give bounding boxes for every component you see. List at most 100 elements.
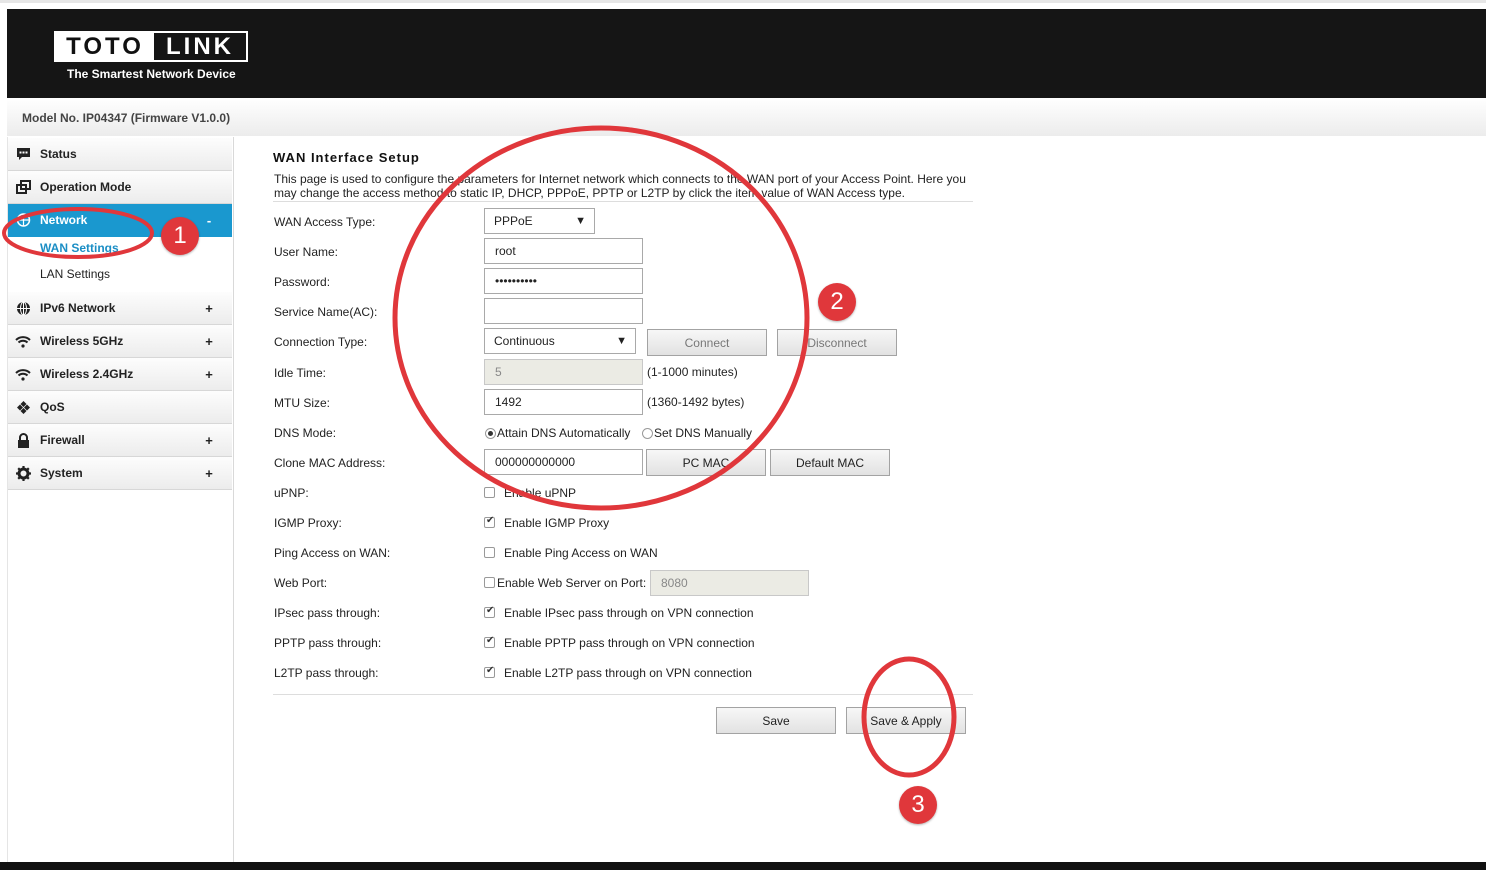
connection-type-value: Continuous xyxy=(494,334,555,348)
annotation-marker-3: 3 xyxy=(899,786,937,824)
expand-toggle: + xyxy=(205,366,213,382)
page-title: WAN Interface Setup xyxy=(273,150,420,165)
sidebar-item-label: QoS xyxy=(40,400,65,414)
globe-icon xyxy=(15,300,31,316)
set-dns-manually-radio[interactable] xyxy=(642,428,653,439)
dropdown-arrow-icon: ▼ xyxy=(616,335,627,347)
sidebar-item-operation-mode[interactable]: Operation Mode xyxy=(8,171,232,204)
annotation-marker-2: 2 xyxy=(818,283,856,321)
sidebar-item-system[interactable]: System + xyxy=(8,457,232,490)
service-name-input[interactable] xyxy=(484,298,643,324)
totolink-logo[interactable]: TOTO LINK The Smartest Network Device xyxy=(54,31,249,83)
password-label: Password: xyxy=(274,275,331,289)
pptp-label: PPTP pass through: xyxy=(274,636,382,650)
igmp-proxy-option-label: Enable IGMP Proxy xyxy=(504,516,610,530)
sidebar-item-qos[interactable]: QoS xyxy=(8,391,232,424)
attain-dns-radio[interactable] xyxy=(485,428,496,439)
network-icon xyxy=(15,212,31,228)
sidebar-item-wireless-5ghz[interactable]: Wireless 5GHz + xyxy=(8,325,232,358)
bottom-border xyxy=(0,862,1486,870)
web-server-checkbox[interactable] xyxy=(484,577,495,588)
default-mac-button[interactable]: Default MAC xyxy=(770,449,890,476)
operation-mode-icon xyxy=(15,179,31,195)
connect-button[interactable]: Connect xyxy=(647,329,767,356)
annotation-marker-1: 1 xyxy=(161,217,199,255)
sidebar-item-label: Operation Mode xyxy=(40,180,132,194)
mtu-size-hint: (1360-1492 bytes) xyxy=(647,395,745,409)
header-bar: TOTO LINK The Smartest Network Device xyxy=(7,9,1486,98)
logo-link-text: LINK xyxy=(166,32,234,60)
expand-toggle: + xyxy=(205,333,213,349)
upnp-checkbox[interactable] xyxy=(484,487,495,498)
pptp-option-label: Enable PPTP pass through on VPN connecti… xyxy=(504,636,755,650)
expand-toggle: + xyxy=(205,465,213,481)
upnp-label: uPNP: xyxy=(274,486,309,500)
divider xyxy=(273,201,973,202)
sidebar-item-label: Firewall xyxy=(40,433,85,447)
pptp-checkbox[interactable] xyxy=(484,635,495,648)
ipsec-option-label: Enable IPsec pass through on VPN connect… xyxy=(504,606,754,620)
user-name-input[interactable] xyxy=(484,238,643,264)
qos-icon xyxy=(15,399,31,415)
sidebar-item-wireless-24ghz[interactable]: Wireless 2.4GHz + xyxy=(8,358,232,391)
submenu-lan-settings[interactable]: LAN Settings xyxy=(40,267,110,281)
dns-mode-label: DNS Mode: xyxy=(274,426,337,440)
upnp-option-label: Enable uPNP xyxy=(504,486,577,500)
service-name-label: Service Name(AC): xyxy=(274,305,378,319)
sidebar-item-label: System xyxy=(40,466,83,480)
igmp-proxy-checkbox[interactable] xyxy=(484,515,495,528)
wifi-icon xyxy=(15,366,31,382)
logo-toto-text: TOTO xyxy=(56,33,154,60)
clone-mac-label: Clone MAC Address: xyxy=(274,456,386,470)
expand-toggle: + xyxy=(205,432,213,448)
top-border xyxy=(0,0,1486,3)
connection-type-select[interactable]: Continuous ▼ xyxy=(484,328,636,354)
idle-time-hint: (1-1000 minutes) xyxy=(647,365,738,379)
attain-dns-label: Attain DNS Automatically xyxy=(497,426,631,440)
logo-tagline: The Smartest Network Device xyxy=(67,67,236,81)
wan-access-type-select[interactable]: PPPoE ▼ xyxy=(484,208,595,234)
ping-access-checkbox[interactable] xyxy=(484,547,495,558)
sidebar-item-label: Wireless 5GHz xyxy=(40,334,124,348)
model-info-bar: Model No. IP04347 (Firmware V1.0.0) xyxy=(7,98,1486,136)
mtu-size-input[interactable] xyxy=(484,389,643,415)
pc-mac-button[interactable]: PC MAC xyxy=(646,449,766,476)
sidebar-item-firewall[interactable]: Firewall + xyxy=(8,424,232,457)
wan-access-type-label: WAN Access Type: xyxy=(274,215,376,229)
password-input[interactable] xyxy=(484,268,643,294)
ping-access-option-label: Enable Ping Access on WAN xyxy=(504,546,658,560)
user-name-label: User Name: xyxy=(274,245,339,259)
expand-toggle: + xyxy=(205,300,213,316)
idle-time-label: Idle Time: xyxy=(274,366,327,380)
ipsec-label: IPsec pass through: xyxy=(274,606,381,620)
igmp-proxy-label: IGMP Proxy: xyxy=(274,516,342,530)
page-description: This page is used to configure the param… xyxy=(274,172,966,200)
sidebar: Status Operation Mode Network - WAN Sett… xyxy=(7,137,234,863)
model-info: Model No. IP04347 (Firmware V1.0.0) xyxy=(22,111,231,125)
l2tp-option-label: Enable L2TP pass through on VPN connecti… xyxy=(504,666,752,680)
idle-time-input[interactable] xyxy=(484,359,643,385)
disconnect-button[interactable]: Disconnect xyxy=(777,329,897,356)
web-port-input[interactable] xyxy=(650,570,809,596)
dropdown-arrow-icon: ▼ xyxy=(575,215,586,227)
sidebar-item-label: IPv6 Network xyxy=(40,301,116,315)
lock-icon xyxy=(15,432,31,448)
save-button[interactable]: Save xyxy=(716,707,836,734)
save-apply-button[interactable]: Save & Apply xyxy=(846,707,966,734)
web-port-label: Web Port: xyxy=(274,576,328,590)
l2tp-label: L2TP pass through: xyxy=(274,666,379,680)
divider xyxy=(273,694,973,695)
sidebar-item-status[interactable]: Status xyxy=(8,138,232,171)
status-icon xyxy=(15,146,31,162)
web-server-option-label: Enable Web Server on Port: xyxy=(497,576,647,590)
clone-mac-input[interactable] xyxy=(484,449,643,475)
ping-access-label: Ping Access on WAN: xyxy=(274,546,391,560)
l2tp-checkbox[interactable] xyxy=(484,665,495,678)
gear-icon xyxy=(15,465,31,481)
set-dns-manually-label: Set DNS Manually xyxy=(654,426,753,440)
collapse-toggle: - xyxy=(206,212,212,228)
sidebar-item-ipv6-network[interactable]: IPv6 Network + xyxy=(8,292,232,325)
submenu-wan-settings[interactable]: WAN Settings xyxy=(40,241,119,255)
sidebar-item-label: Wireless 2.4GHz xyxy=(40,367,134,381)
ipsec-checkbox[interactable] xyxy=(484,605,495,618)
